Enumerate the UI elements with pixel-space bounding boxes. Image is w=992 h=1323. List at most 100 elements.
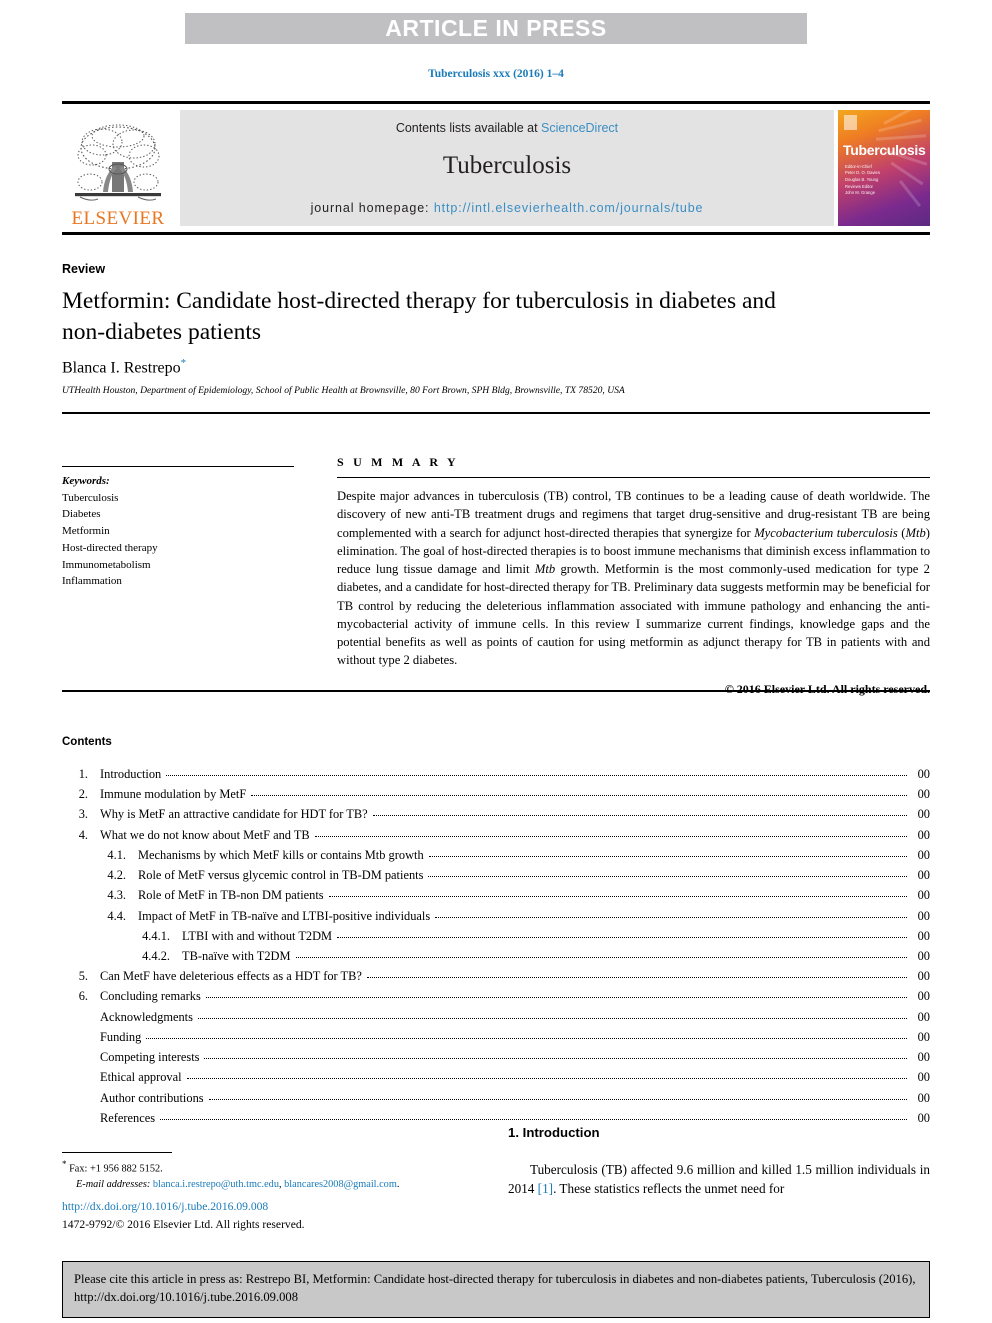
citation-link-1[interactable]: [1] [538, 1181, 553, 1196]
summary-part-2: ( [897, 525, 906, 540]
toc-entry-page: 00 [917, 928, 930, 943]
toc-entry-label: Why is MetF an attractive candidate for … [100, 807, 368, 822]
toc-dot-leader [204, 1058, 907, 1060]
toc-entry[interactable]: 2. Immune modulation by MetF 00 [62, 784, 930, 804]
toc-entry[interactable]: 6. Concluding remarks 00 [62, 986, 930, 1006]
contents-lists-label: Contents lists available at [395, 121, 542, 135]
toc-entry-label: Concluding remarks [100, 989, 201, 1004]
footnote-divider [62, 1152, 172, 1153]
email-link-primary[interactable]: blanca.i.restrepo@uth.tmc.edu [153, 1179, 279, 1190]
sciencedirect-link[interactable]: ScienceDirect [541, 121, 618, 135]
keywords-heading: Keywords: [62, 475, 110, 487]
keywords-divider [62, 466, 294, 467]
toc-entry-label: Introduction [100, 767, 162, 781]
summary-block: S U M M A R Y Despite major advances in … [337, 455, 930, 697]
toc-entry-page: 00 [917, 827, 930, 842]
summary-text: Despite major advances in tuberculosis (… [337, 487, 930, 670]
toc-entry-number: 3. [78, 807, 88, 822]
elsevier-wordmark: ELSEVIER [71, 208, 165, 229]
toc-entry[interactable]: 4. What we do not know about MetF and TB 0… [62, 825, 930, 845]
journal-cover-thumbnail: Tuberculosis Editor-in-Chief Peter D. O. … [838, 110, 930, 226]
toc-entry-page: 00 [917, 1070, 930, 1085]
toc-entry-page: 00 [917, 908, 930, 923]
toc-entry[interactable]: Acknowledgments 00 [62, 1007, 930, 1027]
toc-dot-leader [166, 775, 907, 776]
toc-dot-leader [366, 977, 907, 979]
toc-entry-number: 5. [78, 969, 88, 984]
toc-entry-label: References [100, 1110, 156, 1125]
contents-lists-line: Contents lists available at ScienceDirec… [180, 121, 834, 135]
toc-entry-number: 4. [78, 827, 88, 842]
elsevier-tree-icon [75, 124, 161, 201]
toc-entry-page: 00 [917, 1029, 930, 1044]
toc-entry[interactable]: 4.4.2. TB-naïve with T2DM 00 [62, 946, 930, 966]
toc-entry[interactable]: 5. Can MetF have deleterious effects as a… [62, 966, 930, 986]
keyword-item: Host-directed therapy [62, 541, 158, 554]
journal-homepage-line: journal homepage: http://intl.elsevierhe… [180, 201, 834, 215]
toc-entry-number: 4.4.1. [142, 928, 170, 943]
toc-entry[interactable]: Ethical approval 00 [62, 1067, 930, 1087]
toc-entry-label: Impact of MetF in TB-naïve and LTBI-posi… [138, 908, 431, 923]
toc-dot-leader [328, 896, 907, 898]
article-page: ARTICLE IN PRESS Tuberculosis xxx (2016)… [0, 0, 992, 1323]
footnote-email-line: E-mail addresses: blanca.i.restrepo@uth.… [62, 1177, 482, 1193]
journal-reference: Tuberculosis xxx (2016) 1–4 [428, 68, 564, 80]
cover-elsevier-icon [844, 115, 857, 130]
doi-link[interactable]: http://dx.doi.org/10.1016/j.tube.2016.09… [62, 1200, 268, 1213]
toc-entry-number: 4.4. [107, 908, 126, 923]
toc-entry-label: What we do not know about MetF and TB [100, 827, 310, 842]
summary-italic-1: Mycobacterium tuberculosis [754, 525, 898, 540]
journal-title: Tuberculosis [442, 152, 572, 179]
divider-below-abstract [62, 690, 930, 692]
author-name: Blanca I. Restrepo* [62, 357, 186, 377]
author-footnote-marker[interactable]: * [181, 357, 187, 369]
toc-entry[interactable]: Author contributions 00 [62, 1088, 930, 1108]
cover-reviews-editor: Reviews Editor John M. Grange [845, 184, 876, 196]
keyword-item: Tuberculosis [62, 491, 119, 504]
journal-homepage-link[interactable]: http://intl.elsevierhealth.com/journals/… [434, 201, 704, 215]
toc-entry-page: 00 [917, 1050, 930, 1065]
toc-dot-leader [146, 1037, 907, 1039]
keyword-item: Immunometabolism [62, 558, 151, 571]
summary-part-4: growth. Metformin is the most commonly-u… [337, 562, 930, 668]
contents-heading: Contents [62, 736, 112, 748]
toc-entry[interactable]: 3. Why is MetF an attractive candidate fo… [62, 804, 930, 824]
toc-entry-label: Competing interests [100, 1050, 200, 1065]
page-title: Metformin: Candidate host-directed thera… [62, 288, 776, 346]
cite-this-article-text: Please cite this article in press as: Re… [74, 1272, 916, 1304]
toc-dot-leader [428, 855, 907, 857]
toc-entry-page: 00 [917, 1090, 930, 1105]
toc-entry-label: Role of MetF versus glycemic control in … [138, 868, 424, 883]
toc-entry[interactable]: Competing interests 00 [62, 1047, 930, 1067]
toc-entry[interactable]: 4.2. Role of MetF versus glycemic control… [62, 865, 930, 885]
summary-italic-3: Mtb [534, 562, 556, 576]
email-link-secondary[interactable]: blancares2008@gmail.com [284, 1179, 397, 1190]
introduction-text: Tuberculosis (TB) affected 9.6 million a… [508, 1160, 930, 1199]
toc-entry-page: 00 [917, 888, 930, 903]
toc-entry-page: 00 [917, 989, 930, 1004]
toc-dot-leader [314, 835, 907, 837]
toc-entry[interactable]: 4.4. Impact of MetF in TB-naïve and LTBI-… [62, 906, 930, 926]
toc-dot-leader [428, 876, 907, 878]
toc-entry[interactable]: 1. Introduction 00 [62, 764, 930, 784]
toc-entry-page: 00 [917, 767, 930, 781]
footnote-fax: Fax: +1 956 882 5152. [66, 1163, 163, 1175]
toc-entry[interactable]: 4.1. Mechanisms by which MetF kills or co… [62, 845, 930, 865]
toc-entry[interactable]: 4.3. Role of MetF in TB-non DM patients 00 [62, 885, 930, 905]
toc-entry-page: 00 [917, 807, 930, 822]
toc-dot-leader [295, 956, 907, 958]
summary-heading: S U M M A R Y [337, 455, 459, 469]
toc-entry[interactable]: 4.4.1. LTBI with and without T2DM 00 [62, 926, 930, 946]
toc-entry[interactable]: Funding 00 [62, 1027, 930, 1047]
toc-entry-page: 00 [917, 847, 930, 862]
journal-homepage-label: journal homepage: [310, 201, 434, 215]
toc-entry[interactable]: References 00 [62, 1108, 930, 1128]
toc-entry-label: Mechanisms by which MetF kills or contai… [138, 847, 424, 862]
toc-entry-number: 6. [78, 989, 88, 1004]
elsevier-logo: ELSEVIER [62, 104, 174, 232]
introduction-heading: 1. Introduction [508, 1125, 600, 1140]
toc-dot-leader [372, 815, 907, 817]
cover-title: Tuberculosis [843, 142, 926, 158]
table-of-contents: 1. Introduction 00 2. Immune modulation by M… [62, 764, 930, 1128]
toc-dot-leader [160, 1118, 907, 1120]
